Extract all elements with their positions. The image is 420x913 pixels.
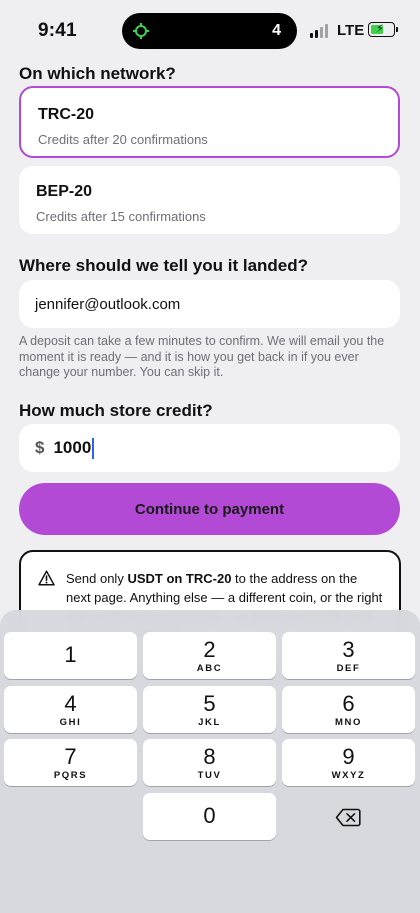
currency-symbol: $ — [35, 438, 45, 457]
numeric-keyboard: 1 2 ABC 3 DEF 4 GHI 5 JKL 6 MNO 7 PQRS 8… — [0, 610, 420, 913]
status-time: 9:41 — [38, 20, 77, 41]
key-0[interactable]: 0 — [143, 793, 276, 840]
email-value: jennifer@outlook.com — [35, 295, 181, 313]
key-8[interactable]: 8 TUV — [143, 739, 276, 786]
amount-field[interactable]: $ 1000 — [19, 424, 400, 472]
option-title: BEP-20 — [36, 183, 93, 200]
email-helper-text: A deposit can take a few minutes to conf… — [19, 334, 385, 379]
key-3[interactable]: 3 DEF — [282, 632, 415, 679]
backspace-icon — [335, 808, 361, 827]
option-detail: Credits after 20 confirmations — [38, 132, 208, 147]
continue-to-payment-button[interactable]: Continue to payment — [19, 483, 400, 535]
warning-icon — [38, 570, 55, 586]
option-detail: Credits after 15 confirmations — [36, 209, 206, 224]
key-4[interactable]: 4 GHI — [4, 686, 137, 733]
delete-key[interactable] — [281, 794, 414, 841]
email-section-title: Where should we tell you it landed? — [19, 256, 309, 275]
network-label: LTE — [337, 22, 365, 39]
key-9[interactable]: 9 WXYZ — [282, 739, 415, 786]
warning-token: USDT on TRC-20 — [127, 571, 232, 586]
network-section-title: On which network? — [19, 64, 176, 83]
key-1[interactable]: 1 — [4, 632, 137, 679]
key-2[interactable]: 2 ABC — [143, 632, 276, 679]
amount-section-title: How much store credit? — [19, 401, 213, 420]
activity-icon — [133, 23, 149, 39]
key-6[interactable]: 6 MNO — [282, 686, 415, 733]
network-option-trc20[interactable]: TRC-20 Credits after 20 confirmations — [19, 86, 400, 158]
activity-count: 4 — [272, 22, 281, 39]
option-title: TRC-20 — [38, 106, 95, 123]
key-7[interactable]: 7 PQRS — [4, 739, 137, 786]
status-bar: 9:41 4 LTE ⚡ — [0, 0, 420, 62]
amount-value: 1000 — [53, 438, 92, 457]
battery-icon: ⚡ — [368, 22, 398, 37]
text-caret — [92, 437, 95, 459]
key-5[interactable]: 5 JKL — [143, 686, 276, 733]
email-field[interactable]: jennifer@outlook.com — [19, 280, 400, 328]
dynamic-island: 4 — [122, 13, 297, 49]
signal-icon — [310, 24, 330, 38]
network-option-bep20[interactable]: BEP-20 Credits after 15 confirmations — [19, 166, 400, 234]
